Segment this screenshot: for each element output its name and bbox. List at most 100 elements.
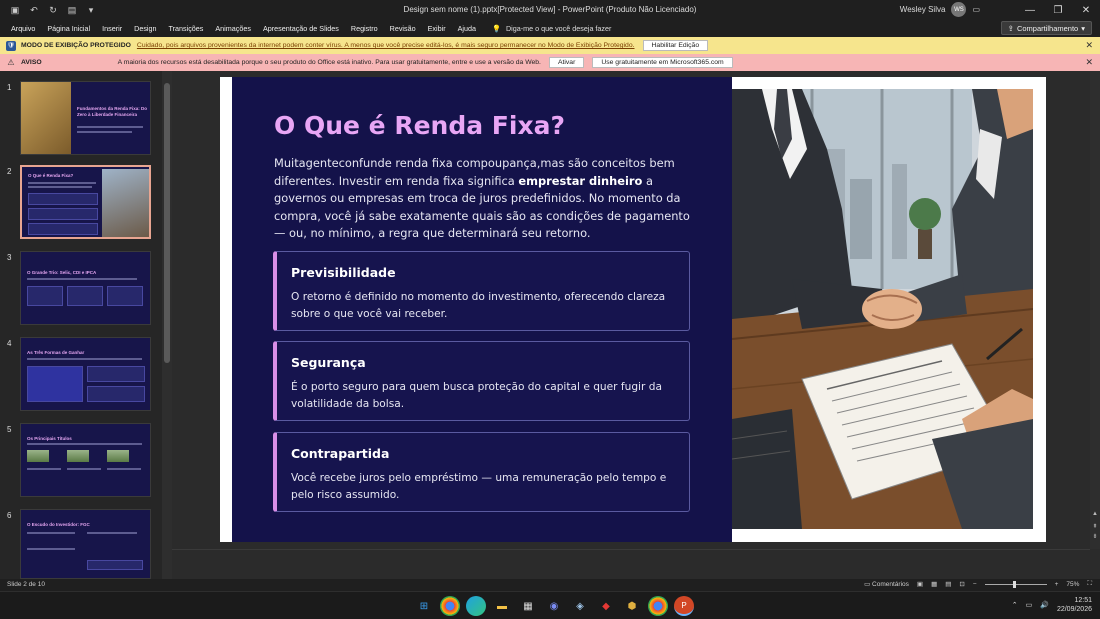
- tab-transicoes[interactable]: Transições: [163, 24, 210, 33]
- thumbnail-slide-4[interactable]: 4 As Três Formas de Ganhar: [0, 337, 160, 413]
- edge-icon[interactable]: [466, 596, 486, 616]
- user-account[interactable]: Wesley Silva WS ▭: [900, 2, 980, 17]
- next-slide-icon[interactable]: ⇟: [1091, 533, 1099, 541]
- thumbnail-slide-6[interactable]: 6 O Escudo do Investidor: FGC: [0, 509, 160, 585]
- share-button[interactable]: ⇪ Compartilhamento ▾: [1000, 21, 1092, 35]
- quick-access-toolbar: ▣ ↶ ↻ ▤ ▾: [0, 5, 120, 16]
- tab-exibir[interactable]: Exibir: [422, 24, 452, 33]
- fit-slide-icon[interactable]: ⛶: [1087, 580, 1092, 588]
- chrome-icon[interactable]: [440, 596, 460, 616]
- tab-arquivo[interactable]: Arquivo: [5, 24, 41, 33]
- protected-view-message[interactable]: Cuidado, pois arquivos provenientes da i…: [137, 42, 635, 49]
- thumbnail-text-line: [77, 126, 143, 128]
- slide-image-handshake[interactable]: [732, 89, 1033, 529]
- windows-start-icon[interactable]: ⊞: [414, 596, 434, 616]
- game-icon[interactable]: ⬢: [622, 596, 642, 616]
- scroll-up-icon[interactable]: ▲: [1091, 511, 1099, 519]
- card-seguranca[interactable]: Segurança É o porto seguro para quem bus…: [273, 341, 690, 421]
- thumbnails-scrollbar[interactable]: [162, 71, 172, 579]
- thumbnail-preview[interactable]: O Escudo do Investidor: FGC: [20, 509, 151, 579]
- card-previsibilidade[interactable]: Previsibilidade O retorno é definido no …: [273, 251, 690, 331]
- thumbnail-image: [102, 169, 149, 237]
- slide-body-text[interactable]: Muitagenteconfunde renda fixa compoupanç…: [274, 155, 694, 243]
- clock[interactable]: 12:51 22/09/2026: [1057, 596, 1092, 614]
- tab-revisao[interactable]: Revisão: [384, 24, 422, 33]
- app-icon[interactable]: ◆: [596, 596, 616, 616]
- close-icon[interactable]: ✕: [1085, 57, 1093, 68]
- comments-button[interactable]: ▭ Comentários: [864, 580, 909, 588]
- chevron-up-icon[interactable]: ⌃: [1012, 601, 1018, 609]
- avatar[interactable]: WS: [951, 2, 967, 17]
- slideshow-icon[interactable]: ⊡: [959, 580, 964, 588]
- editor-scrollbar[interactable]: ▲ ⇞ ⇟: [1090, 71, 1100, 549]
- chevron-down-icon: ▾: [1081, 23, 1085, 33]
- ribbon-tabs: Arquivo Página Inicial Inserir Design Tr…: [0, 20, 1100, 37]
- thumbnail-preview[interactable]: As Três Formas de Ganhar: [20, 337, 151, 411]
- warning-message: A maioria dos recursos está desabilitada…: [117, 59, 541, 66]
- thumbnail-slide-5[interactable]: 5 Os Principais Títulos: [0, 423, 160, 499]
- previous-slide-icon[interactable]: ⇞: [1091, 523, 1099, 531]
- start-from-beginning-icon[interactable]: ▤: [67, 5, 77, 16]
- thumbnail-preview[interactable]: O Grande Trio: Selic, CDI e IPCA: [20, 251, 151, 325]
- thumbnail-image: [107, 450, 129, 462]
- reading-view-icon[interactable]: ▤: [945, 580, 951, 588]
- thumbnail-slide-1[interactable]: 1 Fundamentos da Renda Fixa: Do Zero à L…: [0, 81, 160, 157]
- zoom-in-icon[interactable]: +: [1055, 581, 1059, 588]
- thumbnail-text-line: [27, 443, 142, 445]
- normal-view-icon[interactable]: ▣: [917, 580, 923, 588]
- thumbnail-preview[interactable]: O Que é Renda Fixa?: [20, 165, 151, 239]
- steam-icon[interactable]: ◈: [570, 596, 590, 616]
- use-free-button[interactable]: Use gratuitamente em Microsoft365.com: [592, 57, 733, 68]
- card-contrapartida[interactable]: Contrapartida Você recebe juros pelo emp…: [273, 432, 690, 512]
- comment-icon: ▭: [864, 581, 873, 588]
- ribbon-display-options-icon[interactable]: ▭: [972, 5, 980, 14]
- undo-icon[interactable]: ↶: [29, 5, 39, 16]
- file-explorer-icon[interactable]: ▬: [492, 596, 512, 616]
- slide-sorter-icon[interactable]: ▦: [931, 580, 937, 588]
- slide-canvas[interactable]: O Que é Renda Fixa? Muitagenteconfunde r…: [220, 77, 1046, 542]
- thumbnail-slide-2[interactable]: 2 O Que é Renda Fixa?: [0, 165, 160, 241]
- tab-animacoes[interactable]: Animações: [209, 24, 257, 33]
- tab-registro[interactable]: Registro: [345, 24, 384, 33]
- tab-apresentacao[interactable]: Apresentação de Slides: [257, 24, 345, 33]
- thumbnail-preview[interactable]: Os Principais Títulos: [20, 423, 151, 497]
- chrome-profile-icon[interactable]: [648, 596, 668, 616]
- tab-pagina-inicial[interactable]: Página Inicial: [41, 24, 96, 33]
- zoom-slider[interactable]: [984, 580, 1047, 588]
- thumbnail-text-line: [27, 358, 142, 360]
- tell-me-search[interactable]: 💡 Diga-me o que você deseja fazer: [492, 24, 611, 33]
- thumbnail-card: [67, 286, 103, 306]
- minimize-button[interactable]: —: [1016, 0, 1044, 20]
- windows-taskbar: ⊞ ▬ ▦ ◉ ◈ ◆ ⬢ P ⌃ ▭ 🔊 12:51 22/09/2026: [0, 591, 1100, 619]
- zoom-out-icon[interactable]: −: [973, 581, 977, 588]
- slide-title[interactable]: O Que é Renda Fixa?: [274, 111, 565, 140]
- warning-bar: ⚠ AVISO A maioria dos recursos está desa…: [0, 54, 1100, 71]
- clock-date: 22/09/2026: [1056, 606, 1092, 613]
- thumbnail-slide-3[interactable]: 3 O Grande Trio: Selic, CDI e IPCA: [0, 251, 160, 327]
- enable-editing-button[interactable]: Habilitar Edição: [642, 40, 709, 51]
- powerpoint-icon[interactable]: P: [674, 596, 694, 616]
- tab-design[interactable]: Design: [128, 24, 162, 33]
- tab-ajuda[interactable]: Ajuda: [452, 24, 482, 33]
- store-icon[interactable]: ▦: [518, 596, 538, 616]
- maximize-button[interactable]: ❐: [1044, 0, 1072, 20]
- slide-editor: O Que é Renda Fixa? Muitagenteconfunde r…: [172, 71, 1090, 549]
- close-icon[interactable]: ✕: [1085, 40, 1093, 51]
- thumbnail-title: As Três Formas de Ganhar: [27, 350, 85, 355]
- zoom-slider-thumb[interactable]: [1012, 580, 1016, 588]
- customize-toolbar-icon[interactable]: ▾: [86, 5, 96, 16]
- protected-view-bar: 🛡 MODO DE EXIBIÇÃO PROTEGIDO Cuidado, po…: [0, 37, 1100, 54]
- activate-button[interactable]: Ativar: [548, 57, 585, 68]
- thumbnail-preview[interactable]: Fundamentos da Renda Fixa: Do Zero à Lib…: [20, 81, 151, 155]
- volume-icon[interactable]: 🔊: [1040, 601, 1049, 609]
- zoom-level[interactable]: 75%: [1066, 581, 1079, 588]
- network-icon[interactable]: ▭: [1026, 601, 1033, 609]
- discord-icon[interactable]: ◉: [544, 596, 564, 616]
- scrollbar-thumb[interactable]: [164, 83, 170, 363]
- save-icon[interactable]: ▣: [10, 5, 20, 16]
- notes-pane-divider: [172, 549, 1090, 579]
- slide-thumbnails-pane: 1 Fundamentos da Renda Fixa: Do Zero à L…: [0, 71, 172, 579]
- tab-inserir[interactable]: Inserir: [96, 24, 128, 33]
- close-button[interactable]: ✕: [1072, 0, 1100, 20]
- redo-icon[interactable]: ↻: [48, 5, 58, 16]
